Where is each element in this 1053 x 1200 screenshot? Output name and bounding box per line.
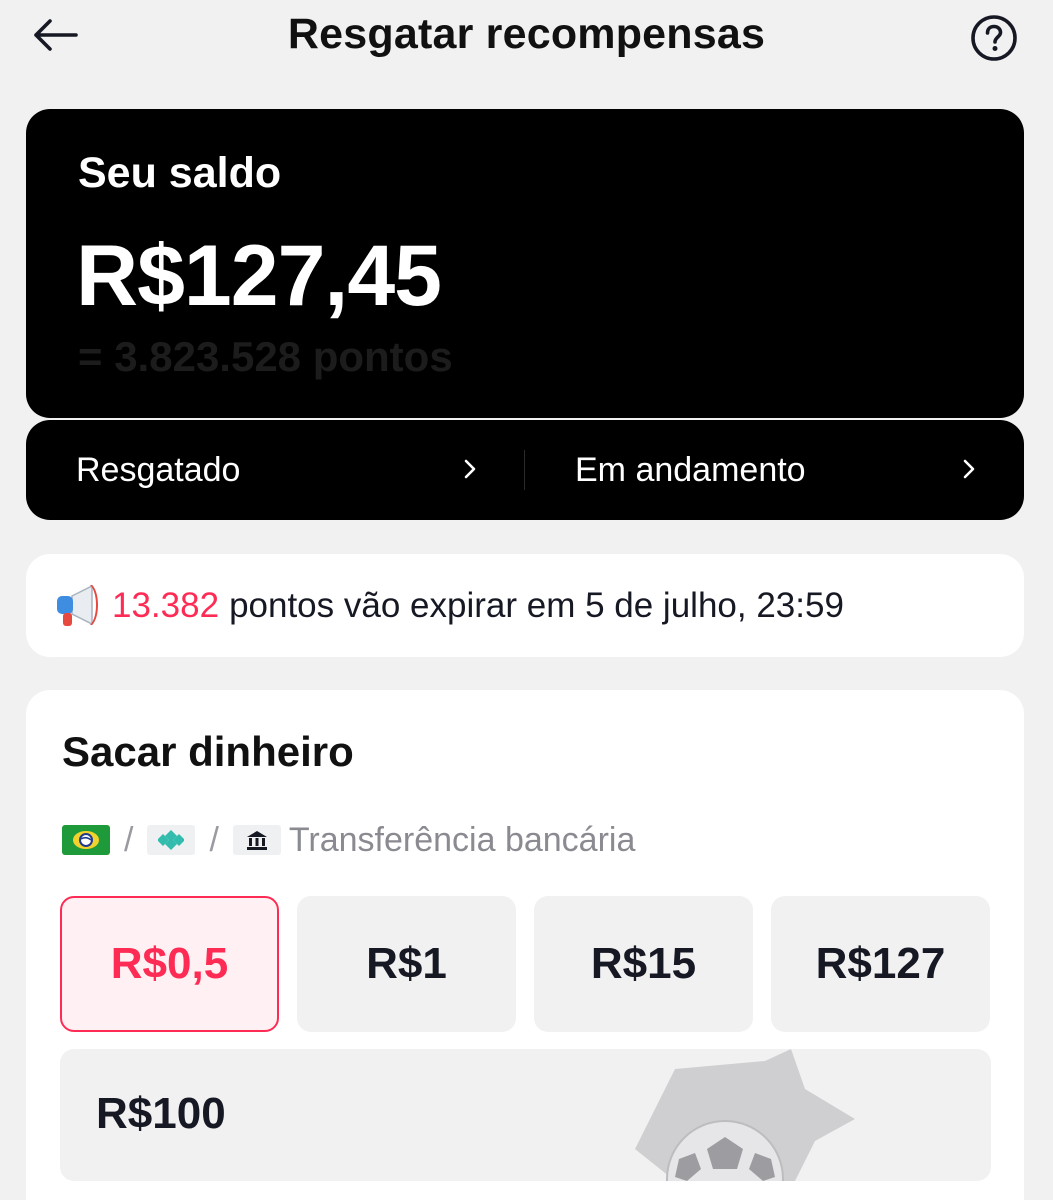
bank-transfer-label: Transferência bancária bbox=[288, 820, 636, 859]
expiring-points-count: 13.382 bbox=[112, 585, 220, 625]
method-separator: / bbox=[209, 820, 219, 859]
amount-option-15[interactable]: R$15 bbox=[534, 896, 753, 1032]
expiry-text: pontos vão expirar em 5 de julho, 23:59 bbox=[229, 585, 844, 625]
redeemed-link[interactable]: Resgatado bbox=[26, 420, 525, 520]
megaphone-icon bbox=[57, 584, 98, 626]
amount-option-100-label: R$100 bbox=[96, 1089, 226, 1138]
method-separator: / bbox=[124, 820, 134, 859]
amount-option-1[interactable]: R$1 bbox=[297, 896, 516, 1032]
bank-icon bbox=[232, 825, 281, 855]
balance-card: Seu saldo R$127,45 = 3.823.528 pontos bbox=[26, 109, 1024, 418]
amount-option-127[interactable]: R$127 bbox=[771, 896, 990, 1032]
balance-label: Seu saldo bbox=[78, 149, 282, 197]
in-progress-link-label: Em andamento bbox=[575, 450, 806, 489]
chevron-right-icon bbox=[963, 459, 975, 479]
amount-option-0-5[interactable]: R$0,5 bbox=[60, 896, 279, 1032]
chevron-right-icon bbox=[464, 459, 476, 479]
withdraw-title: Sacar dinheiro bbox=[62, 728, 354, 775]
balance-amount: R$127,45 bbox=[76, 228, 442, 324]
payment-methods: / / Transferência bancária bbox=[62, 818, 635, 862]
boleto-icon bbox=[62, 825, 110, 855]
in-progress-link[interactable]: Em andamento bbox=[525, 420, 1024, 520]
amount-option-100[interactable]: R$100 bbox=[60, 1049, 991, 1181]
help-circle-icon bbox=[971, 15, 1017, 61]
redeemed-link-label: Resgatado bbox=[76, 450, 241, 489]
pix-icon bbox=[147, 825, 196, 855]
withdraw-card: Sacar dinheiro / / Transferência bancári… bbox=[26, 690, 1024, 1200]
balance-points: = 3.823.528 pontos bbox=[78, 333, 453, 380]
soccer-ball-icon bbox=[635, 1049, 855, 1181]
points-expiry-notice: 13.382 pontos vão expirar em 5 de julho,… bbox=[26, 554, 1024, 657]
help-button[interactable] bbox=[968, 12, 1020, 64]
history-links-bar: Resgatado Em andamento bbox=[26, 420, 1024, 520]
header: Resgatar recompensas bbox=[0, 0, 1053, 80]
page-title: Resgatar recompensas bbox=[287, 10, 766, 58]
